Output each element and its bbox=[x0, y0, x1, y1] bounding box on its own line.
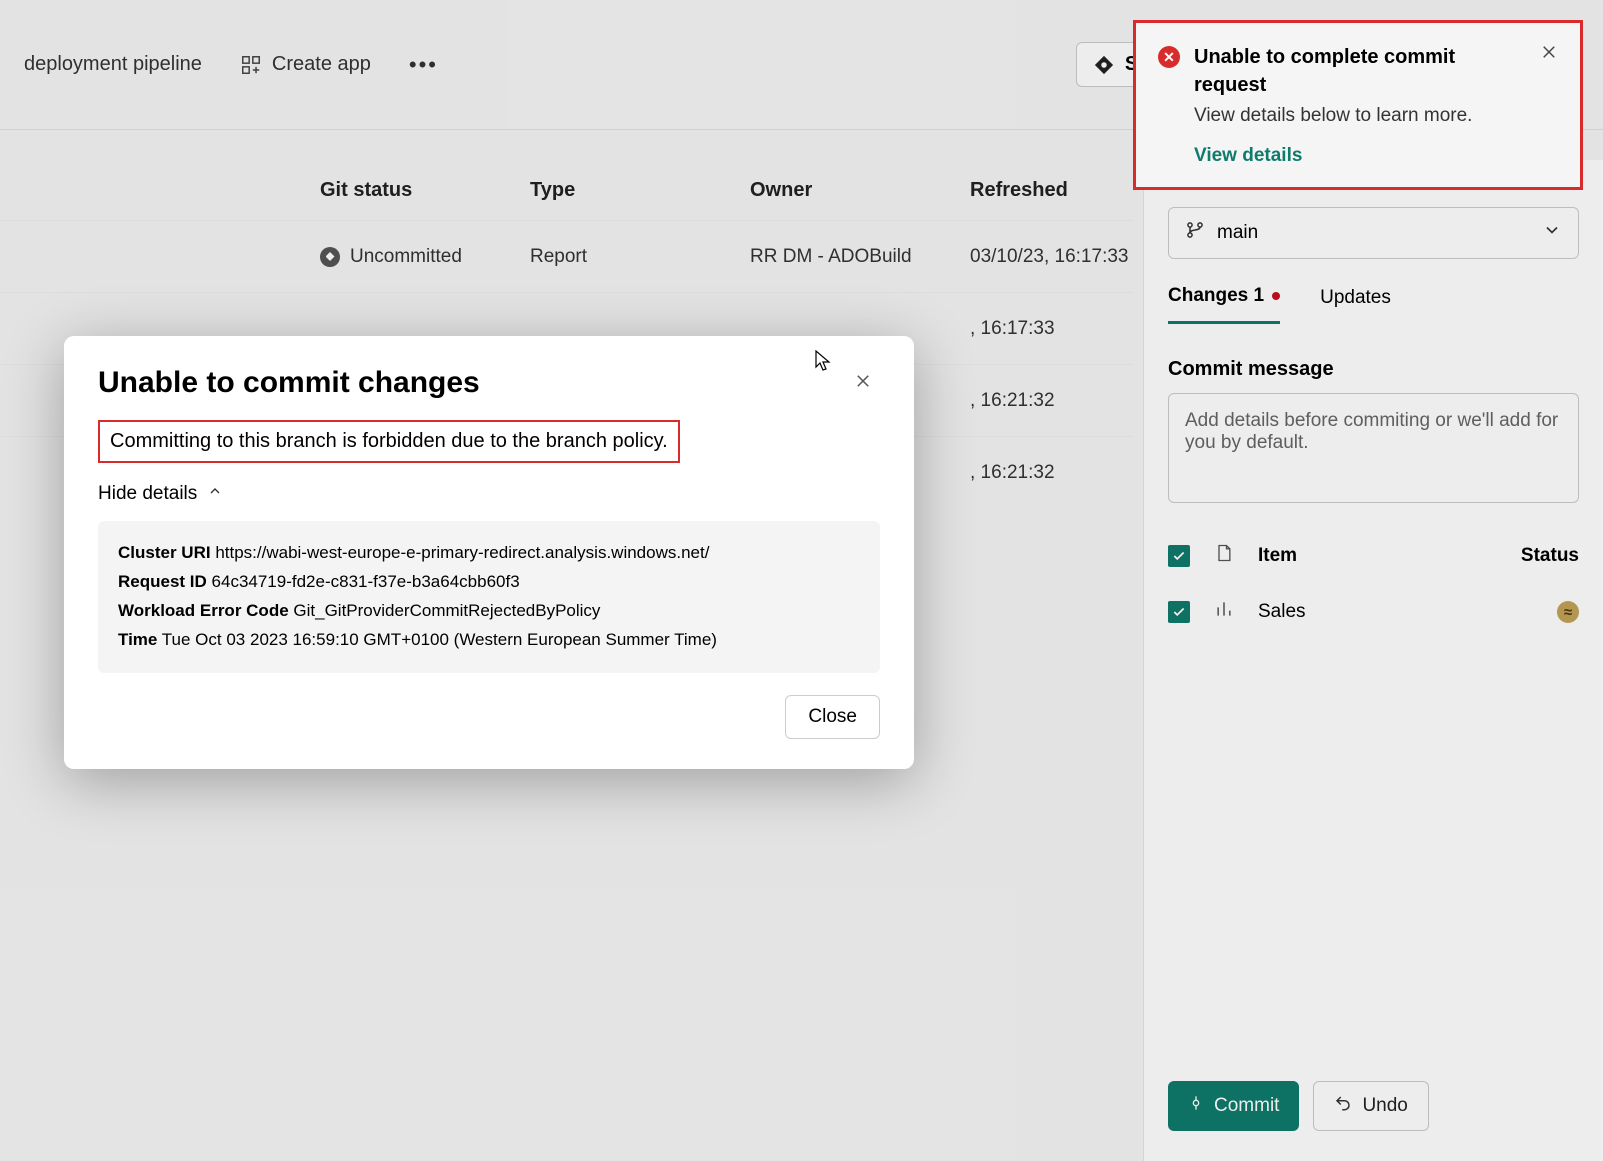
details-value: Tue Oct 03 2023 16:59:10 GMT+0100 (Weste… bbox=[162, 630, 717, 649]
source-control-panel: Source control main Changes 1 Updates Co… bbox=[1143, 160, 1603, 1161]
toolbar-label: deployment pipeline bbox=[24, 53, 202, 76]
error-icon: ✕ bbox=[1158, 46, 1180, 68]
branch-icon bbox=[1185, 220, 1205, 246]
commit-icon bbox=[1188, 1095, 1204, 1117]
error-toast: ✕ Unable to complete commit request View… bbox=[1133, 20, 1583, 190]
item-col-label: Item bbox=[1258, 545, 1297, 567]
file-icon bbox=[1214, 543, 1234, 569]
change-item-row[interactable]: Sales bbox=[1168, 599, 1579, 625]
status-dot-icon bbox=[320, 247, 340, 267]
item-checkbox[interactable] bbox=[1168, 601, 1190, 623]
commit-btn-label: Commit bbox=[1214, 1095, 1279, 1117]
dialog-title: Unable to commit changes bbox=[98, 366, 480, 400]
table-row[interactable]: Uncommitted Report RR DM - ADOBuild 03/1… bbox=[0, 220, 1133, 292]
col-git-status[interactable]: Git status bbox=[320, 179, 530, 202]
change-indicator-dot bbox=[1272, 292, 1280, 300]
details-label: Time bbox=[118, 630, 157, 649]
details-value: Git_GitProviderCommitRejectedByPolicy bbox=[293, 601, 600, 620]
create-app-button[interactable]: Create app bbox=[236, 45, 375, 84]
app-grid-icon bbox=[240, 54, 262, 76]
col-owner[interactable]: Owner bbox=[750, 179, 970, 202]
dialog-message: Committing to this branch is forbidden d… bbox=[98, 420, 680, 463]
error-details: Cluster URI https://wabi-west-europe-e-p… bbox=[98, 521, 880, 673]
deployment-pipeline-button[interactable]: deployment pipeline bbox=[20, 45, 206, 84]
commit-message-input[interactable]: Add details before commiting or we'll ad… bbox=[1168, 393, 1579, 503]
commit-placeholder: Add details before commiting or we'll ad… bbox=[1185, 410, 1558, 453]
toast-view-details-link[interactable]: View details bbox=[1194, 145, 1302, 167]
toolbar-label: Create app bbox=[272, 53, 371, 76]
tab-updates[interactable]: Updates bbox=[1320, 285, 1391, 324]
cell-git-status: Uncommitted bbox=[350, 246, 462, 268]
dialog-close-icon[interactable] bbox=[846, 366, 880, 400]
panel-tabs: Changes 1 Updates bbox=[1168, 285, 1579, 324]
dialog-close-button[interactable]: Close bbox=[785, 695, 880, 739]
chevron-up-icon bbox=[207, 483, 223, 505]
details-label: Request ID bbox=[118, 572, 207, 591]
branch-name: main bbox=[1217, 222, 1258, 244]
items-header: Item Status bbox=[1168, 543, 1579, 569]
undo-button[interactable]: Undo bbox=[1313, 1081, 1428, 1131]
details-value: https://wabi-west-europe-e-primary-redir… bbox=[215, 543, 709, 562]
undo-icon bbox=[1334, 1094, 1352, 1118]
chevron-down-icon bbox=[1542, 220, 1562, 246]
tab-changes[interactable]: Changes 1 bbox=[1168, 285, 1280, 324]
col-type[interactable]: Type bbox=[530, 179, 750, 202]
status-col-label: Status bbox=[1521, 545, 1579, 567]
toggle-label: Hide details bbox=[98, 483, 197, 505]
tab-label: Changes 1 bbox=[1168, 285, 1264, 307]
toast-close-icon[interactable] bbox=[1540, 43, 1558, 67]
toast-title: Unable to complete commit request bbox=[1194, 43, 1526, 99]
error-dialog: Unable to commit changes Committing to t… bbox=[64, 336, 914, 769]
table-header-row: Git status Type Owner Refreshed bbox=[0, 160, 1133, 220]
item-name: Sales bbox=[1258, 601, 1306, 623]
bar-chart-icon bbox=[1214, 599, 1234, 625]
tab-label: Updates bbox=[1320, 287, 1391, 309]
cell-type: Report bbox=[530, 246, 750, 268]
toast-body: View details below to learn more. bbox=[1194, 105, 1558, 127]
details-label: Cluster URI bbox=[118, 543, 211, 562]
source-control-diamond-icon bbox=[1093, 54, 1115, 76]
more-menu-button[interactable]: ••• bbox=[405, 44, 442, 86]
select-all-checkbox[interactable] bbox=[1168, 545, 1190, 567]
commit-message-label: Commit message bbox=[1168, 358, 1579, 381]
hide-details-toggle[interactable]: Hide details bbox=[98, 483, 880, 505]
more-icon: ••• bbox=[409, 52, 438, 78]
cell-owner: RR DM - ADOBuild bbox=[750, 246, 970, 268]
branch-selector[interactable]: main bbox=[1168, 207, 1579, 259]
modified-status-icon bbox=[1557, 601, 1579, 623]
commit-button[interactable]: Commit bbox=[1168, 1081, 1299, 1131]
undo-btn-label: Undo bbox=[1362, 1095, 1407, 1117]
details-label: Workload Error Code bbox=[118, 601, 289, 620]
details-value: 64c34719-fd2e-c831-f37e-b3a64cbb60f3 bbox=[212, 572, 520, 591]
